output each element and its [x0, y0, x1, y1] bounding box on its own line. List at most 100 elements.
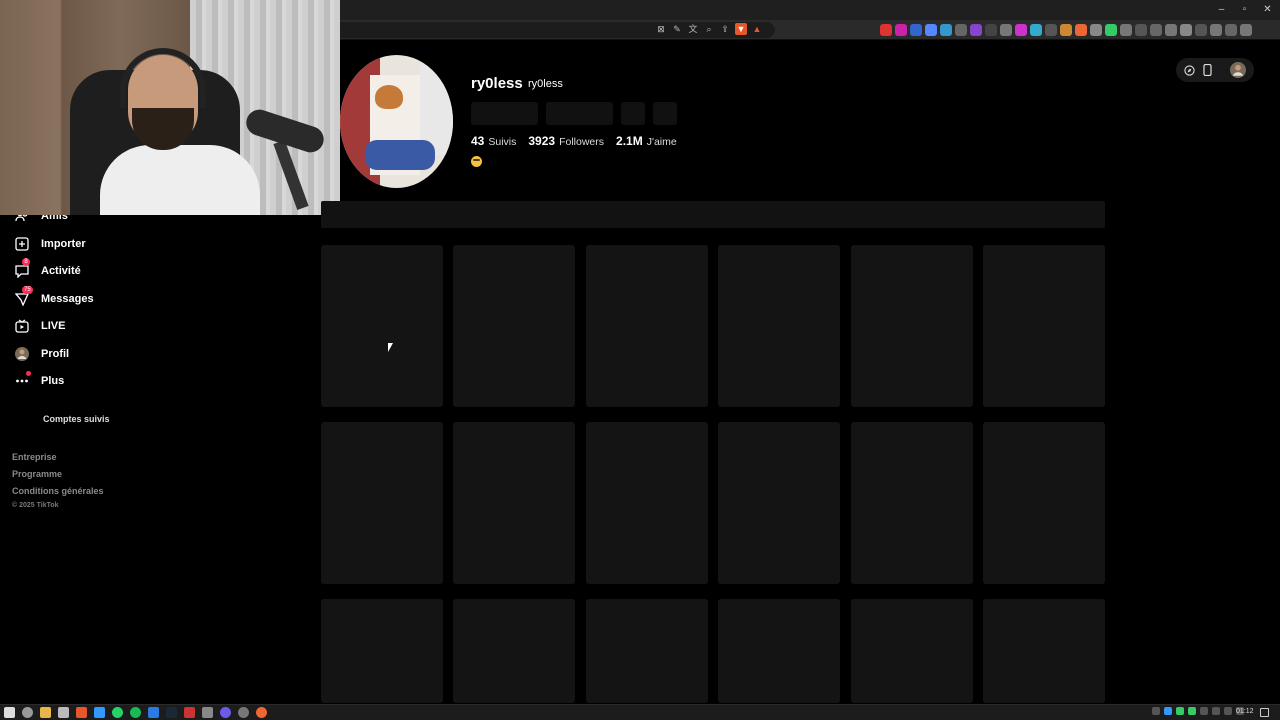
app-icon[interactable] — [94, 707, 105, 718]
sidebar-item-profile[interactable]: Profil — [14, 343, 69, 365]
reader-mode-icon[interactable]: ⊠ — [655, 23, 667, 35]
extension-icon[interactable] — [1210, 24, 1222, 36]
video-tile-placeholder[interactable] — [585, 422, 708, 584]
video-tile-placeholder[interactable] — [321, 422, 443, 584]
whatsapp-icon[interactable] — [112, 707, 123, 718]
minimize-button[interactable]: – — [1210, 3, 1233, 17]
tray-icon[interactable] — [1188, 707, 1196, 715]
extension-icon[interactable] — [1030, 24, 1042, 36]
extension-icon[interactable] — [895, 24, 907, 36]
app-icon[interactable] — [148, 707, 159, 718]
extension-icon[interactable] — [1060, 24, 1072, 36]
settings-icon[interactable] — [238, 707, 249, 718]
video-tile-placeholder[interactable] — [718, 599, 841, 703]
search-icon[interactable] — [22, 707, 33, 718]
profile-avatar[interactable] — [340, 55, 453, 188]
sidebar-item-live[interactable]: LIVE — [14, 315, 65, 337]
extension-icon[interactable] — [1180, 24, 1192, 36]
app-icon[interactable] — [58, 707, 69, 718]
message-button-placeholder[interactable] — [546, 102, 613, 125]
video-tile-placeholder[interactable] — [850, 422, 973, 584]
extension-icon[interactable] — [985, 24, 997, 36]
spotify-icon[interactable] — [130, 707, 141, 718]
footer-link-terms[interactable]: Conditions générales — [12, 486, 104, 496]
zoom-icon[interactable]: ⌕ — [703, 23, 715, 35]
brave-shield-icon[interactable]: ▼ — [735, 23, 747, 35]
extension-icon[interactable] — [1165, 24, 1177, 36]
app-icon[interactable] — [256, 707, 267, 718]
video-tile-placeholder[interactable] — [982, 245, 1105, 407]
sidebar-item-upload[interactable]: Importer — [14, 233, 86, 255]
sidebar-item-messages[interactable]: 75 Messages — [14, 286, 94, 310]
edit-icon[interactable]: ✎ — [671, 23, 683, 35]
video-tile-placeholder[interactable] — [321, 245, 443, 407]
sidebar-item-more[interactable]: Plus — [14, 370, 64, 392]
video-tile-placeholder[interactable] — [453, 599, 576, 703]
extension-icon[interactable] — [1240, 24, 1252, 36]
video-tile-placeholder[interactable] — [453, 245, 576, 407]
extension-icon[interactable] — [1015, 24, 1027, 36]
tray-icon[interactable] — [1200, 707, 1208, 715]
tray-chevron-icon[interactable] — [1152, 707, 1160, 715]
close-window-button[interactable]: ✕ — [1256, 3, 1279, 17]
action-button-placeholder[interactable] — [653, 102, 677, 125]
taskbar-clock[interactable]: 01:12 — [1236, 708, 1254, 715]
translate-icon[interactable]: 文 — [687, 23, 699, 35]
following-stat[interactable]: 43 Suivis — [471, 134, 516, 148]
extension-icon[interactable] — [1000, 24, 1012, 36]
notification-center-icon[interactable] — [1260, 708, 1269, 717]
video-tile-placeholder[interactable] — [982, 599, 1105, 703]
volume-icon[interactable] — [1224, 707, 1232, 715]
webcam-person-body — [100, 145, 260, 215]
extension-icon[interactable] — [955, 24, 967, 36]
app-icon[interactable] — [184, 707, 195, 718]
brave-browser-icon[interactable] — [76, 707, 87, 718]
video-tile-placeholder[interactable] — [850, 599, 973, 703]
extension-icon[interactable] — [1120, 24, 1132, 36]
footer-link-program[interactable]: Programme — [12, 469, 62, 479]
extension-icon[interactable] — [925, 24, 937, 36]
app-icon[interactable] — [220, 707, 231, 718]
file-explorer-icon[interactable] — [40, 707, 51, 718]
extension-icon[interactable] — [1090, 24, 1102, 36]
action-button-placeholder[interactable] — [621, 102, 645, 125]
video-tile-placeholder[interactable] — [982, 422, 1105, 584]
extension-icon[interactable] — [1045, 24, 1057, 36]
extension-icon[interactable] — [1195, 24, 1207, 36]
account-avatar-icon[interactable] — [1229, 61, 1247, 79]
tray-icon[interactable] — [1164, 707, 1172, 715]
extension-icon[interactable] — [1075, 24, 1087, 36]
mouse-cursor — [388, 343, 398, 352]
video-tile-placeholder[interactable] — [453, 422, 576, 584]
video-tile-placeholder[interactable] — [585, 245, 708, 407]
sidebar-item-activity[interactable]: 8 Activité — [14, 258, 81, 282]
extension-icon[interactable] — [910, 24, 922, 36]
share-icon[interactable]: ⇪ — [719, 23, 731, 35]
follow-button-placeholder[interactable] — [471, 102, 538, 125]
brave-rewards-icon[interactable]: ▲ — [751, 23, 763, 35]
extension-icon[interactable] — [1135, 24, 1147, 36]
video-tile-placeholder[interactable] — [321, 599, 443, 703]
app-icon[interactable] — [202, 707, 213, 718]
maximize-button[interactable]: ▫ — [1233, 3, 1256, 17]
video-tile-placeholder[interactable] — [850, 245, 973, 407]
extension-icon[interactable] — [970, 24, 982, 36]
messages-badge: 75 — [22, 286, 33, 294]
compass-icon[interactable] — [1183, 64, 1195, 76]
extension-icon[interactable] — [1105, 24, 1117, 36]
network-icon[interactable] — [1212, 707, 1220, 715]
extension-icon[interactable] — [1225, 24, 1237, 36]
phone-icon[interactable] — [1201, 64, 1213, 76]
footer-link-company[interactable]: Entreprise — [12, 452, 57, 462]
windows-start-icon[interactable] — [4, 707, 15, 718]
tray-icon[interactable] — [1176, 707, 1184, 715]
following-accounts-heading: Comptes suivis — [43, 414, 110, 424]
video-tile-placeholder[interactable] — [585, 599, 708, 703]
steam-icon[interactable] — [166, 707, 177, 718]
video-tile-placeholder[interactable] — [718, 245, 841, 407]
extension-icon[interactable] — [880, 24, 892, 36]
followers-stat[interactable]: 3923 Followers — [528, 134, 604, 148]
video-tile-placeholder[interactable] — [718, 422, 841, 584]
extension-icon[interactable] — [1150, 24, 1162, 36]
extension-icon[interactable] — [940, 24, 952, 36]
